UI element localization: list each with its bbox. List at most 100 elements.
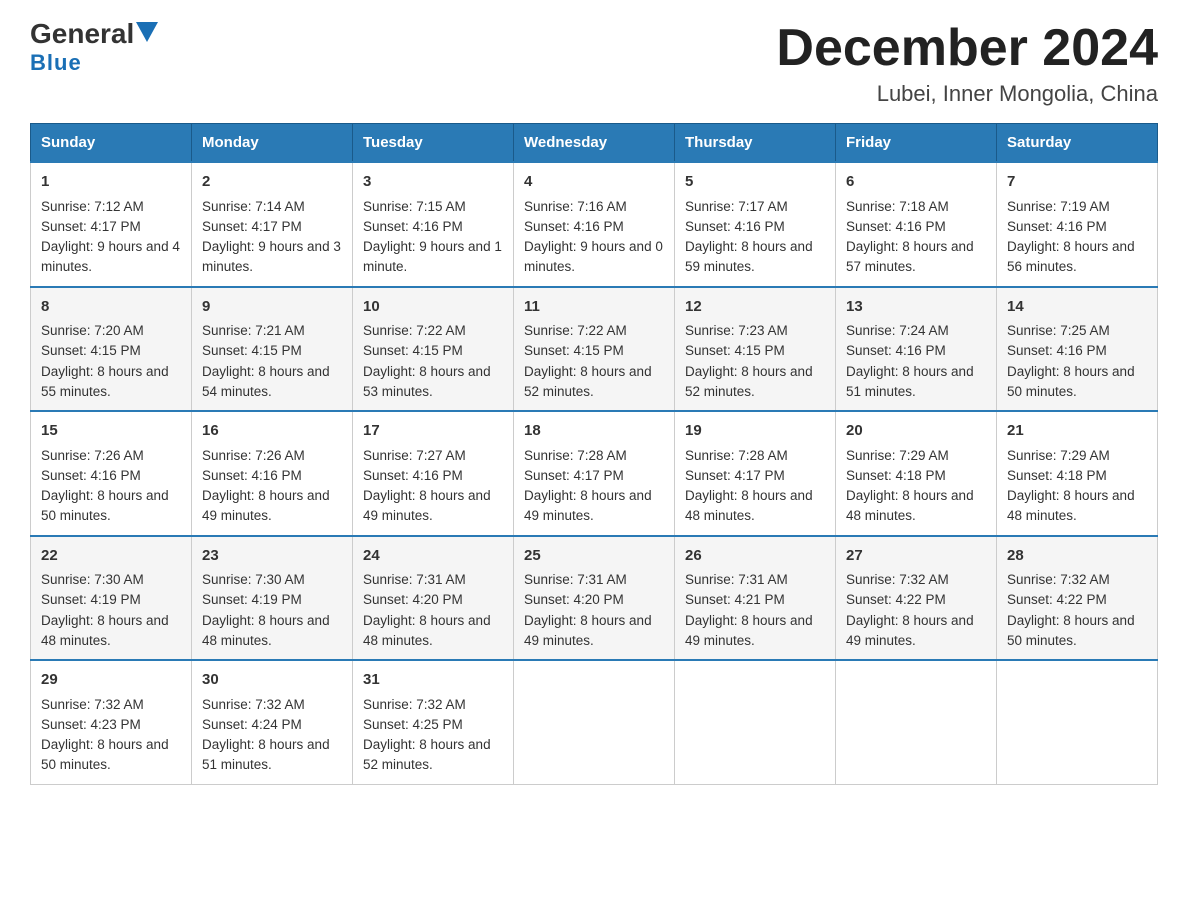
day-number: 15 (41, 420, 181, 443)
day-number: 30 (202, 669, 342, 692)
calendar-cell: 22 Sunrise: 7:30 AM Sunset: 4:19 PM Dayl… (31, 536, 192, 661)
day-number: 21 (1007, 420, 1147, 443)
sunrise-label: Sunrise: 7:31 AM (685, 572, 788, 587)
sunset-label: Sunset: 4:23 PM (41, 717, 141, 732)
calendar-cell: 24 Sunrise: 7:31 AM Sunset: 4:20 PM Dayl… (353, 536, 514, 661)
sunrise-label: Sunrise: 7:32 AM (1007, 572, 1110, 587)
sunset-label: Sunset: 4:16 PM (524, 219, 624, 234)
sunrise-label: Sunrise: 7:32 AM (363, 697, 466, 712)
sunrise-label: Sunrise: 7:15 AM (363, 199, 466, 214)
calendar-cell: 29 Sunrise: 7:32 AM Sunset: 4:23 PM Dayl… (31, 660, 192, 784)
sunrise-label: Sunrise: 7:22 AM (524, 323, 627, 338)
daylight-label: Daylight: 8 hours and 56 minutes. (1007, 239, 1135, 274)
sunset-label: Sunset: 4:19 PM (41, 592, 141, 607)
calendar-cell: 30 Sunrise: 7:32 AM Sunset: 4:24 PM Dayl… (192, 660, 353, 784)
logo-triangle-icon (136, 22, 158, 42)
calendar-cell: 31 Sunrise: 7:32 AM Sunset: 4:25 PM Dayl… (353, 660, 514, 784)
day-number: 10 (363, 296, 503, 319)
sunrise-label: Sunrise: 7:23 AM (685, 323, 788, 338)
daylight-label: Daylight: 8 hours and 48 minutes. (41, 613, 169, 648)
sunset-label: Sunset: 4:15 PM (41, 343, 141, 358)
sunset-label: Sunset: 4:24 PM (202, 717, 302, 732)
day-number: 24 (363, 545, 503, 568)
day-number: 7 (1007, 171, 1147, 194)
daylight-label: Daylight: 8 hours and 51 minutes. (202, 737, 330, 772)
daylight-label: Daylight: 8 hours and 51 minutes. (846, 364, 974, 399)
header-sunday: Sunday (31, 124, 192, 163)
daylight-label: Daylight: 8 hours and 48 minutes. (685, 488, 813, 523)
calendar-cell: 17 Sunrise: 7:27 AM Sunset: 4:16 PM Dayl… (353, 411, 514, 536)
day-number: 9 (202, 296, 342, 319)
calendar-cell: 19 Sunrise: 7:28 AM Sunset: 4:17 PM Dayl… (675, 411, 836, 536)
calendar-cell: 2 Sunrise: 7:14 AM Sunset: 4:17 PM Dayli… (192, 162, 353, 287)
daylight-label: Daylight: 8 hours and 55 minutes. (41, 364, 169, 399)
sunset-label: Sunset: 4:17 PM (524, 468, 624, 483)
day-number: 27 (846, 545, 986, 568)
sunrise-label: Sunrise: 7:32 AM (846, 572, 949, 587)
calendar-cell (836, 660, 997, 784)
calendar-cell: 15 Sunrise: 7:26 AM Sunset: 4:16 PM Dayl… (31, 411, 192, 536)
sunset-label: Sunset: 4:16 PM (363, 219, 463, 234)
sunset-label: Sunset: 4:16 PM (846, 219, 946, 234)
calendar-cell: 12 Sunrise: 7:23 AM Sunset: 4:15 PM Dayl… (675, 287, 836, 412)
sunset-label: Sunset: 4:20 PM (524, 592, 624, 607)
calendar-cell: 25 Sunrise: 7:31 AM Sunset: 4:20 PM Dayl… (514, 536, 675, 661)
daylight-label: Daylight: 9 hours and 3 minutes. (202, 239, 341, 274)
day-number: 16 (202, 420, 342, 443)
sunrise-label: Sunrise: 7:25 AM (1007, 323, 1110, 338)
calendar-cell: 21 Sunrise: 7:29 AM Sunset: 4:18 PM Dayl… (997, 411, 1158, 536)
sunset-label: Sunset: 4:15 PM (685, 343, 785, 358)
calendar-title: December 2024 (776, 20, 1158, 77)
title-area: December 2024 Lubei, Inner Mongolia, Chi… (776, 20, 1158, 107)
daylight-label: Daylight: 8 hours and 54 minutes. (202, 364, 330, 399)
header-monday: Monday (192, 124, 353, 163)
page-header: General Blue December 2024 Lubei, Inner … (30, 20, 1158, 107)
sunset-label: Sunset: 4:16 PM (363, 468, 463, 483)
day-number: 4 (524, 171, 664, 194)
week-row-1: 1 Sunrise: 7:12 AM Sunset: 4:17 PM Dayli… (31, 162, 1158, 287)
sunrise-label: Sunrise: 7:30 AM (202, 572, 305, 587)
daylight-label: Daylight: 9 hours and 4 minutes. (41, 239, 180, 274)
day-number: 18 (524, 420, 664, 443)
logo-text-blue: Blue (30, 50, 82, 76)
calendar-cell: 1 Sunrise: 7:12 AM Sunset: 4:17 PM Dayli… (31, 162, 192, 287)
calendar-cell (675, 660, 836, 784)
daylight-label: Daylight: 8 hours and 53 minutes. (363, 364, 491, 399)
daylight-label: Daylight: 8 hours and 49 minutes. (685, 613, 813, 648)
sunrise-label: Sunrise: 7:28 AM (524, 448, 627, 463)
sunset-label: Sunset: 4:16 PM (1007, 343, 1107, 358)
calendar-cell: 23 Sunrise: 7:30 AM Sunset: 4:19 PM Dayl… (192, 536, 353, 661)
day-number: 5 (685, 171, 825, 194)
day-number: 2 (202, 171, 342, 194)
day-number: 22 (41, 545, 181, 568)
calendar-subtitle: Lubei, Inner Mongolia, China (776, 81, 1158, 107)
sunrise-label: Sunrise: 7:16 AM (524, 199, 627, 214)
day-number: 6 (846, 171, 986, 194)
calendar-cell: 18 Sunrise: 7:28 AM Sunset: 4:17 PM Dayl… (514, 411, 675, 536)
daylight-label: Daylight: 8 hours and 48 minutes. (846, 488, 974, 523)
day-number: 25 (524, 545, 664, 568)
daylight-label: Daylight: 8 hours and 48 minutes. (363, 613, 491, 648)
calendar-cell: 13 Sunrise: 7:24 AM Sunset: 4:16 PM Dayl… (836, 287, 997, 412)
calendar-cell: 16 Sunrise: 7:26 AM Sunset: 4:16 PM Dayl… (192, 411, 353, 536)
calendar-cell: 28 Sunrise: 7:32 AM Sunset: 4:22 PM Dayl… (997, 536, 1158, 661)
sunrise-label: Sunrise: 7:20 AM (41, 323, 144, 338)
sunrise-label: Sunrise: 7:14 AM (202, 199, 305, 214)
daylight-label: Daylight: 8 hours and 49 minutes. (846, 613, 974, 648)
sunset-label: Sunset: 4:18 PM (846, 468, 946, 483)
calendar-cell: 10 Sunrise: 7:22 AM Sunset: 4:15 PM Dayl… (353, 287, 514, 412)
daylight-label: Daylight: 8 hours and 49 minutes. (363, 488, 491, 523)
day-number: 29 (41, 669, 181, 692)
calendar-cell: 11 Sunrise: 7:22 AM Sunset: 4:15 PM Dayl… (514, 287, 675, 412)
sunset-label: Sunset: 4:15 PM (524, 343, 624, 358)
sunset-label: Sunset: 4:16 PM (685, 219, 785, 234)
day-number: 23 (202, 545, 342, 568)
daylight-label: Daylight: 8 hours and 52 minutes. (363, 737, 491, 772)
daylight-label: Daylight: 8 hours and 48 minutes. (202, 613, 330, 648)
daylight-label: Daylight: 9 hours and 1 minute. (363, 239, 502, 274)
sunrise-label: Sunrise: 7:18 AM (846, 199, 949, 214)
sunrise-label: Sunrise: 7:29 AM (846, 448, 949, 463)
calendar-header-row: SundayMondayTuesdayWednesdayThursdayFrid… (31, 124, 1158, 163)
day-number: 8 (41, 296, 181, 319)
header-friday: Friday (836, 124, 997, 163)
